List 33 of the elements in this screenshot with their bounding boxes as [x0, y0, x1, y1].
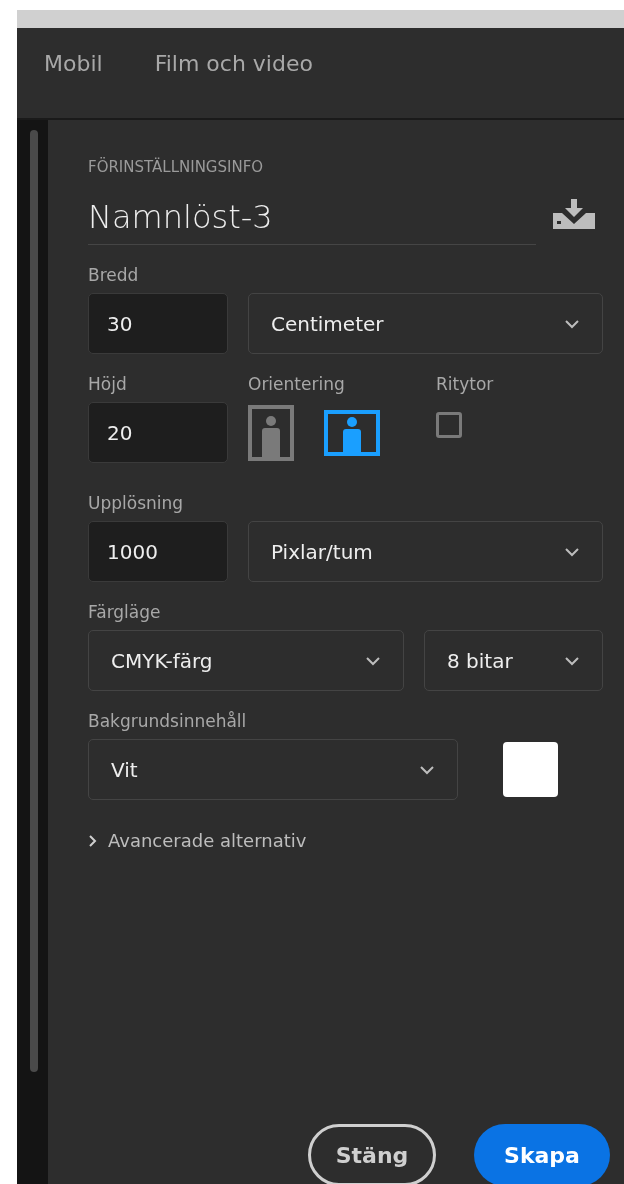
chevron-icon	[564, 655, 580, 666]
color-mode-dropdown[interactable]: CMYK-färg	[88, 630, 404, 691]
save-preset-icon[interactable]	[553, 199, 595, 229]
field-label: Bakgrundsinnehåll	[88, 711, 247, 731]
field-label: Höjd	[88, 374, 127, 394]
unit-dropdown[interactable]: Centimeter	[248, 293, 603, 354]
close-button[interactable]: Stäng	[308, 1124, 436, 1184]
chevron-icon	[564, 546, 580, 557]
preset-name-field[interactable]: Namnlöst-3	[88, 198, 536, 245]
field-label: Orientering	[248, 374, 345, 394]
background-dropdown[interactable]: Vit	[88, 739, 458, 800]
create-button[interactable]: Skapa	[474, 1124, 610, 1184]
resolution-field[interactable]: 1000	[88, 521, 228, 582]
field-label: Ritytor	[436, 374, 494, 394]
chevron-icon	[564, 318, 580, 329]
scrollbar[interactable]	[30, 130, 38, 1072]
width-field[interactable]: 30	[88, 293, 228, 354]
field-label: Färgläge	[88, 602, 161, 622]
chevron-icon	[419, 764, 435, 775]
resolution-unit-dropdown[interactable]: Pixlar/tum	[248, 521, 603, 582]
chevron-icon	[365, 655, 381, 666]
section-heading: FÖRINSTÄLLNINGSINFO	[88, 158, 264, 176]
advanced-options-toggle[interactable]: Avancerade alternativ	[88, 830, 307, 851]
tab[interactable]: Mobil	[44, 50, 103, 82]
field-label: Bredd	[88, 265, 139, 285]
color-swatch[interactable]	[503, 742, 558, 797]
landscape-orientation-icon[interactable]	[324, 409, 380, 456]
height-field[interactable]: 20	[88, 402, 228, 463]
field-label: Upplösning	[88, 493, 184, 513]
bit-depth-dropdown[interactable]: 8 bitar	[424, 630, 603, 691]
artboards-checkbox[interactable]	[436, 412, 462, 438]
tab[interactable]: Film och video	[154, 50, 313, 82]
portrait-orientation-icon[interactable]	[248, 404, 294, 461]
